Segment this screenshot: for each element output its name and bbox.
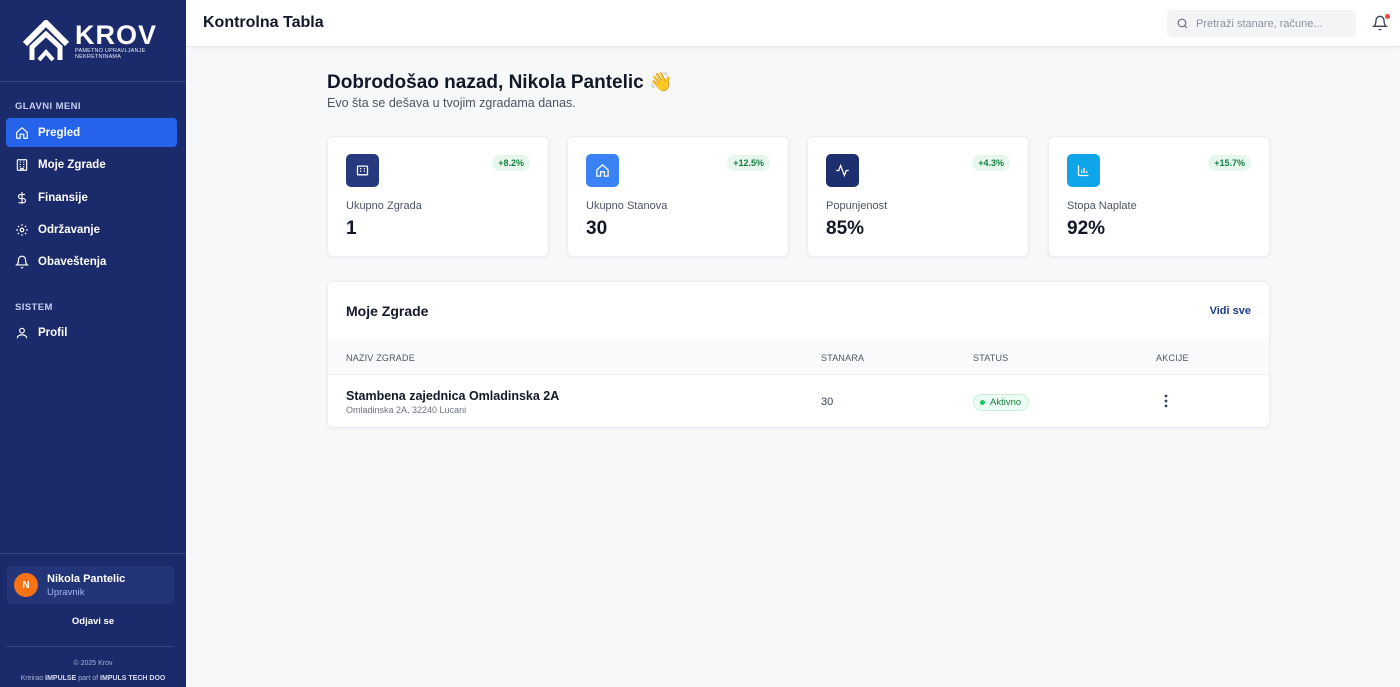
building-icon	[16, 158, 28, 171]
buildings-title: Moje Zgrade	[346, 303, 429, 319]
notification-dot	[1385, 14, 1390, 19]
sidebar-item-label: Pregled	[38, 126, 81, 139]
page-title: Kontrolna Tabla	[203, 14, 324, 31]
stat-value: 1	[346, 218, 357, 239]
sidebar-item-finansije[interactable]: Finansije	[6, 183, 177, 212]
home-icon	[16, 126, 28, 139]
status-dot	[980, 400, 985, 405]
logout-button[interactable]: Odjavi se	[0, 616, 186, 627]
sidebar-item-label: Profil	[38, 326, 68, 339]
stat-card-collection-rate[interactable]: +15.7% Stopa Naplate 92%	[1048, 136, 1270, 257]
stat-icon-box	[1067, 154, 1100, 187]
roof-logo-icon	[22, 19, 69, 61]
gear-icon	[16, 223, 28, 236]
credits-parent: IMPULS TECH DOO	[100, 675, 166, 682]
divider	[0, 553, 186, 554]
brand-tagline: Pametno upravljanje nekretninama	[74, 47, 146, 60]
credits-prefix: Kreirao	[20, 675, 44, 682]
status-label: Aktivno	[990, 397, 1022, 408]
sidebar-item-label: Obaveštenja	[38, 255, 107, 268]
sidebar-item-pregled[interactable]: Pregled	[6, 118, 177, 147]
status-badge: Aktivno	[973, 394, 1030, 411]
stat-card-apartments[interactable]: +12.5% Ukupno Stanova 30	[567, 136, 789, 257]
welcome-subtitle: Evo šta se dešava u tvojim zgradama dana…	[327, 96, 576, 110]
nav-section-system: SISTEM	[15, 302, 53, 313]
stat-change-badge: +8.2%	[492, 155, 530, 171]
divider	[6, 646, 174, 647]
welcome-title: Dobrodošao nazad, Nikola Pantelic 👋	[327, 72, 673, 93]
credits: Kreirao IMPULSE part of IMPULS TECH DOO	[0, 675, 186, 682]
sidebar-item-moje-zgrade[interactable]: Moje Zgrade	[6, 150, 177, 179]
buildings-panel: Moje Zgrade Vidi sve NAZIV ZGRADE STANAR…	[327, 281, 1270, 428]
search-input[interactable]	[1196, 17, 1346, 30]
building-name[interactable]: Stambena zajednica Omladinska 2A	[346, 389, 559, 403]
stat-change-badge: +12.5%	[727, 155, 770, 171]
stat-label: Ukupno Zgrada	[346, 200, 422, 212]
stat-card-occupancy[interactable]: +4.3% Popunjenost 85%	[807, 136, 1029, 257]
stat-value: 30	[586, 218, 608, 239]
credits-company: IMPULSE	[45, 675, 77, 682]
sidebar-item-label: Finansije	[38, 191, 88, 204]
residents-count: 30	[821, 396, 834, 408]
stat-label: Ukupno Stanova	[586, 200, 668, 212]
user-icon	[16, 327, 28, 338]
stat-change-badge: +4.3%	[972, 155, 1010, 171]
view-all-link[interactable]: Vidi sve	[1210, 305, 1251, 317]
sidebar-item-obavestenja[interactable]: Obaveštenja	[6, 247, 177, 276]
stat-label: Stopa Naplate	[1067, 200, 1137, 212]
building-icon	[356, 165, 369, 176]
bell-icon	[15, 255, 29, 268]
building-address: Omladinska 2A, 32240 Lucani	[346, 405, 467, 415]
stat-value: 85%	[826, 218, 865, 239]
stat-card-buildings[interactable]: +8.2% Ukupno Zgrada 1	[327, 136, 549, 257]
user-name: Nikola Pantelic	[47, 572, 126, 585]
more-actions-icon[interactable]	[1160, 393, 1172, 409]
stat-icon-box	[346, 154, 379, 187]
credits-middle: part of	[78, 675, 99, 682]
sidebar-item-label: Održavanje	[38, 223, 100, 236]
search-icon	[1177, 18, 1188, 29]
sidebar-item-odrzavanje[interactable]: Održavanje	[6, 215, 177, 244]
column-header-residents[interactable]: STANARA	[821, 353, 864, 363]
column-header-status[interactable]: STATUS	[973, 353, 1008, 363]
user-role: Upravnik	[47, 586, 85, 598]
column-header-actions: AKCIJE	[1156, 353, 1189, 363]
sidebar: KROV Pametno upravljanje nekretninama GL…	[0, 0, 186, 687]
stat-change-badge: +15.7%	[1208, 155, 1251, 171]
column-header-name[interactable]: NAZIV ZGRADE	[346, 353, 415, 363]
stat-icon-box	[586, 154, 619, 187]
stat-value: 92%	[1067, 218, 1106, 239]
bar-chart-icon	[1077, 165, 1089, 177]
dollar-icon	[17, 191, 27, 204]
activity-icon	[836, 163, 849, 178]
nav-section-main: GLAVNI MENI	[15, 101, 81, 112]
brand-name: KROV	[74, 19, 157, 50]
stat-icon-box	[826, 154, 859, 187]
user-card[interactable]: N Nikola Pantelic Upravnik	[7, 566, 174, 604]
stat-label: Popunjenost	[826, 200, 888, 212]
home-icon	[596, 164, 609, 177]
avatar: N	[14, 573, 38, 597]
sidebar-item-profil[interactable]: Profil	[6, 318, 177, 347]
top-header: Kontrolna Tabla	[186, 0, 1400, 47]
brand-logo[interactable]: KROV Pametno upravljanje nekretninama	[0, 0, 186, 82]
copyright: © 2025 Krov	[73, 660, 113, 667]
sidebar-item-label: Moje Zgrade	[38, 158, 106, 171]
table-header: NAZIV ZGRADE STANARA STATUS AKCIJE	[328, 339, 1269, 375]
search-box[interactable]	[1167, 10, 1356, 37]
